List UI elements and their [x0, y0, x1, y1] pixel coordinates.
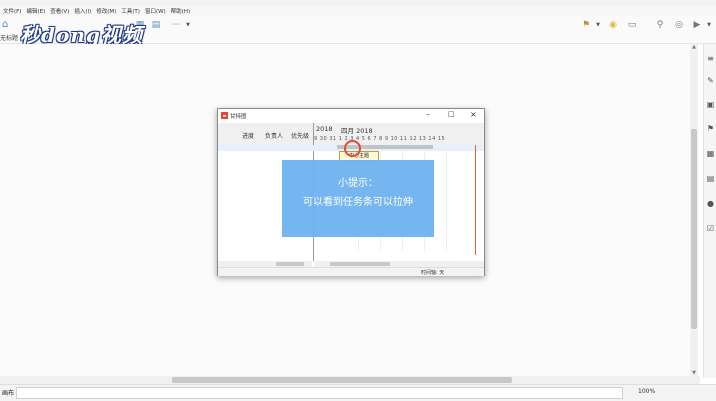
horizontal-scroll-thumb[interactable]	[172, 377, 512, 383]
home-icon[interactable]: ⌂	[2, 19, 8, 30]
cursor-highlight	[344, 140, 361, 157]
maximize-icon[interactable]: □	[448, 110, 455, 118]
tip-heading: 小提示：	[338, 178, 378, 189]
close-icon[interactable]: ×	[470, 110, 477, 119]
chevron-down-icon[interactable]: ▼	[703, 19, 715, 31]
flag-icon[interactable]: ⚑	[706, 124, 715, 133]
menu-insert[interactable]: 插入(I)	[74, 7, 91, 15]
export-icon[interactable]: ▶	[691, 19, 703, 31]
dialog-title: 甘特图	[230, 114, 247, 120]
grid-line	[446, 151, 447, 251]
image-icon[interactable]: ▣	[706, 100, 715, 109]
task-icon[interactable]: ☑	[706, 224, 715, 233]
present-icon[interactable]: ▭	[626, 19, 638, 31]
menu-tools[interactable]: 工具(T)	[121, 7, 140, 15]
menu-edit[interactable]: 编辑(E)	[26, 7, 45, 15]
share-icon[interactable]: ◎	[673, 19, 685, 31]
menu-bar: 文件(F) 编辑(E) 查看(V) 插入(I) 修改(M) 工具(T) 窗口(W…	[0, 6, 716, 16]
status-bar: 画布 1 100%	[0, 384, 716, 401]
tip-body: 可以看到任务条可以拉伸	[303, 197, 413, 208]
left-pane-scroll-thumb[interactable]	[276, 262, 304, 266]
column-owner[interactable]: 负责人	[265, 131, 283, 140]
chevron-down-icon[interactable]: ▼	[182, 19, 194, 31]
menu-help[interactable]: 帮助(H)	[171, 7, 190, 15]
timeline-unit[interactable]: 时间轴: 天	[421, 269, 444, 276]
document-tab[interactable]: 无标题	[0, 33, 18, 42]
tip-overlay: 小提示： 可以看到任务条可以拉伸	[282, 160, 434, 237]
more-button[interactable]: ⋯	[170, 19, 182, 31]
timeline-month: 四月 2018	[341, 127, 373, 135]
menu-modify[interactable]: 修改(M)	[96, 7, 116, 15]
dialog-statusbar: 时间轴: 天	[218, 267, 484, 276]
right-sidebar: ≡ ✎ ▣ ⚑ ▦ ▤ ● ☑	[703, 44, 716, 378]
today-line	[475, 145, 476, 255]
column-priority[interactable]: 优先级	[291, 131, 309, 140]
vertical-scroll-thumb[interactable]	[691, 129, 697, 329]
vertical-scrollbar[interactable]: ▲ ▼	[690, 44, 698, 378]
scroll-up-icon[interactable]: ▲	[690, 44, 698, 50]
right-pane-scroll-thumb[interactable]	[330, 262, 390, 266]
marker-icon[interactable]: ⚑	[580, 19, 592, 31]
chevron-down-icon[interactable]: ▼	[592, 19, 604, 31]
format-icon[interactable]: ≡	[706, 54, 715, 63]
status-input[interactable]	[16, 387, 623, 399]
gantt-app-icon: ▬	[221, 112, 228, 119]
zoom-level[interactable]: 100%	[638, 388, 655, 395]
menu-view[interactable]: 查看(V)	[50, 7, 69, 15]
timeline-days: 9 30 31 1 2 3 4 5 6 7 8 9 10 11 12 13 14…	[314, 136, 446, 142]
timeline-year: 2018	[316, 125, 333, 133]
column-progress[interactable]: 进度	[242, 131, 254, 140]
note-icon[interactable]: ▤	[706, 174, 715, 183]
brush-icon[interactable]: ✎	[706, 76, 715, 85]
clipart-icon[interactable]: ▦	[706, 149, 715, 158]
dialog-titlebar: ▬ 甘特图 – □ ×	[218, 109, 484, 122]
minimize-icon[interactable]: –	[426, 110, 430, 119]
horizontal-scrollbar[interactable]	[0, 376, 700, 384]
idea-icon[interactable]: ◉	[607, 19, 619, 31]
search-icon[interactable]: ⚲	[654, 19, 666, 31]
menu-file[interactable]: 文件(F)	[3, 7, 21, 15]
note-icon[interactable]: ▤	[150, 19, 162, 31]
menu-window[interactable]: 窗口(W)	[145, 7, 166, 15]
comment-icon[interactable]: ●	[706, 199, 715, 208]
